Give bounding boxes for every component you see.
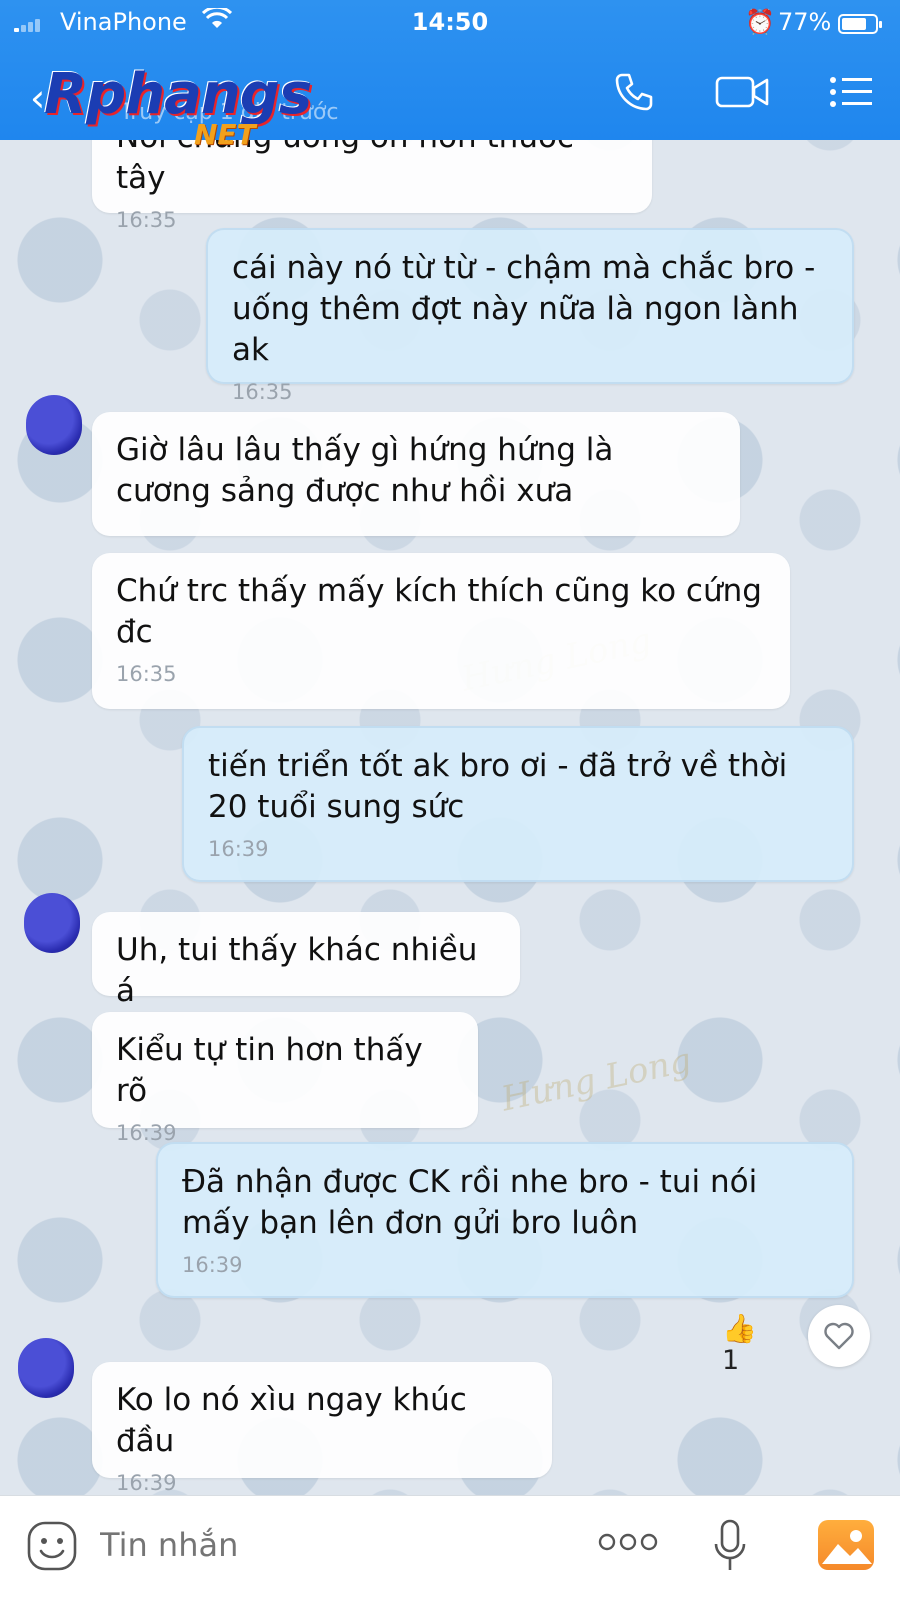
message-bubble-incoming[interactable]: Kiểu tự tin hơn thấy rõ 16:39 — [92, 1012, 478, 1145]
message-input-bar — [0, 1495, 900, 1600]
message-bubble-outgoing[interactable]: cái này nó từ từ - chậm mà chắc bro - uố… — [206, 228, 854, 404]
message-text: Kiểu tự tin hơn thấy rõ — [116, 1032, 423, 1109]
message-bubble-outgoing[interactable]: tiến triển tốt ak bro ơi - đã trở về thờ… — [182, 726, 854, 882]
battery-icon — [838, 14, 882, 34]
reaction-count[interactable]: 👍 1 — [722, 1312, 782, 1376]
phone-icon[interactable] — [612, 70, 656, 114]
message-text: Giờ lâu lâu thấy gì hứng hứng là cương s… — [116, 432, 614, 509]
microphone-icon[interactable] — [712, 1518, 748, 1578]
message-text: Đã nhận được CK rồi nhe bro - tui nói mấ… — [182, 1164, 758, 1241]
message-time: 16:39 — [116, 1471, 177, 1495]
alarm-icon: ⏰ — [745, 8, 775, 36]
message-bubble-incoming[interactable]: Giờ lâu lâu thấy gì hứng hứng là cương s… — [92, 412, 740, 536]
message-text: Uh, tui thấy khác nhiều á — [116, 932, 478, 1009]
more-icon[interactable] — [598, 1530, 658, 1558]
chat-header: ‹ Truy cập 1 giờ trước Rphangs NET — [0, 62, 900, 151]
logo-sub-text: NET — [194, 118, 256, 151]
back-icon[interactable]: ‹ — [30, 76, 45, 120]
message-bubble-incoming[interactable]: Ko lo nó xìu ngay khúc đầu 16:39 — [92, 1362, 552, 1495]
message-time: 16:35 — [116, 662, 177, 686]
app-header: VinaPhone 14:50 ⏰ 77% ‹ Truy cập 1 giờ t… — [0, 0, 900, 151]
status-bar: VinaPhone 14:50 ⏰ 77% — [0, 5, 900, 38]
message-input[interactable] — [100, 1526, 520, 1564]
reaction-number: 1 — [722, 1345, 740, 1376]
message-time: 16:35 — [232, 380, 293, 404]
avatar[interactable] — [18, 1338, 74, 1398]
message-list[interactable]: Nói chung uống ổn hơn thuốc tây 16:35 cá… — [0, 0, 900, 1600]
avatar[interactable] — [26, 395, 82, 455]
thumbs-up-icon: 👍 — [722, 1312, 757, 1345]
message-bubble-outgoing[interactable]: Đã nhận được CK rồi nhe bro - tui nói mấ… — [156, 1142, 854, 1298]
emoji-icon[interactable] — [26, 1520, 78, 1576]
menu-icon[interactable] — [828, 70, 874, 114]
message-text: cái này nó từ từ - chậm mà chắc bro - uố… — [232, 250, 816, 368]
message-text: Ko lo nó xìu ngay khúc đầu — [116, 1382, 467, 1459]
logo-main-text: Rphangs — [44, 62, 312, 127]
avatar[interactable] — [24, 893, 80, 953]
message-text: tiến triển tốt ak bro ơi - đã trở về thờ… — [208, 748, 788, 825]
message-bubble-incoming[interactable]: Chứ trc thấy mấy kích thích cũng ko cứng… — [92, 553, 790, 709]
video-call-icon[interactable] — [714, 70, 770, 114]
message-bubble-incoming[interactable]: Uh, tui thấy khác nhiều á — [92, 912, 520, 1009]
image-icon[interactable] — [818, 1520, 874, 1570]
message-time: 16:39 — [208, 837, 269, 861]
battery-percent: 77% — [778, 8, 832, 36]
message-time: 16:39 — [182, 1253, 243, 1277]
heart-icon — [824, 1322, 854, 1350]
site-logo: Rphangs NET — [44, 62, 314, 152]
message-text: Chứ trc thấy mấy kích thích cũng ko cứng… — [116, 573, 762, 650]
heart-reaction-button[interactable] — [808, 1305, 870, 1367]
